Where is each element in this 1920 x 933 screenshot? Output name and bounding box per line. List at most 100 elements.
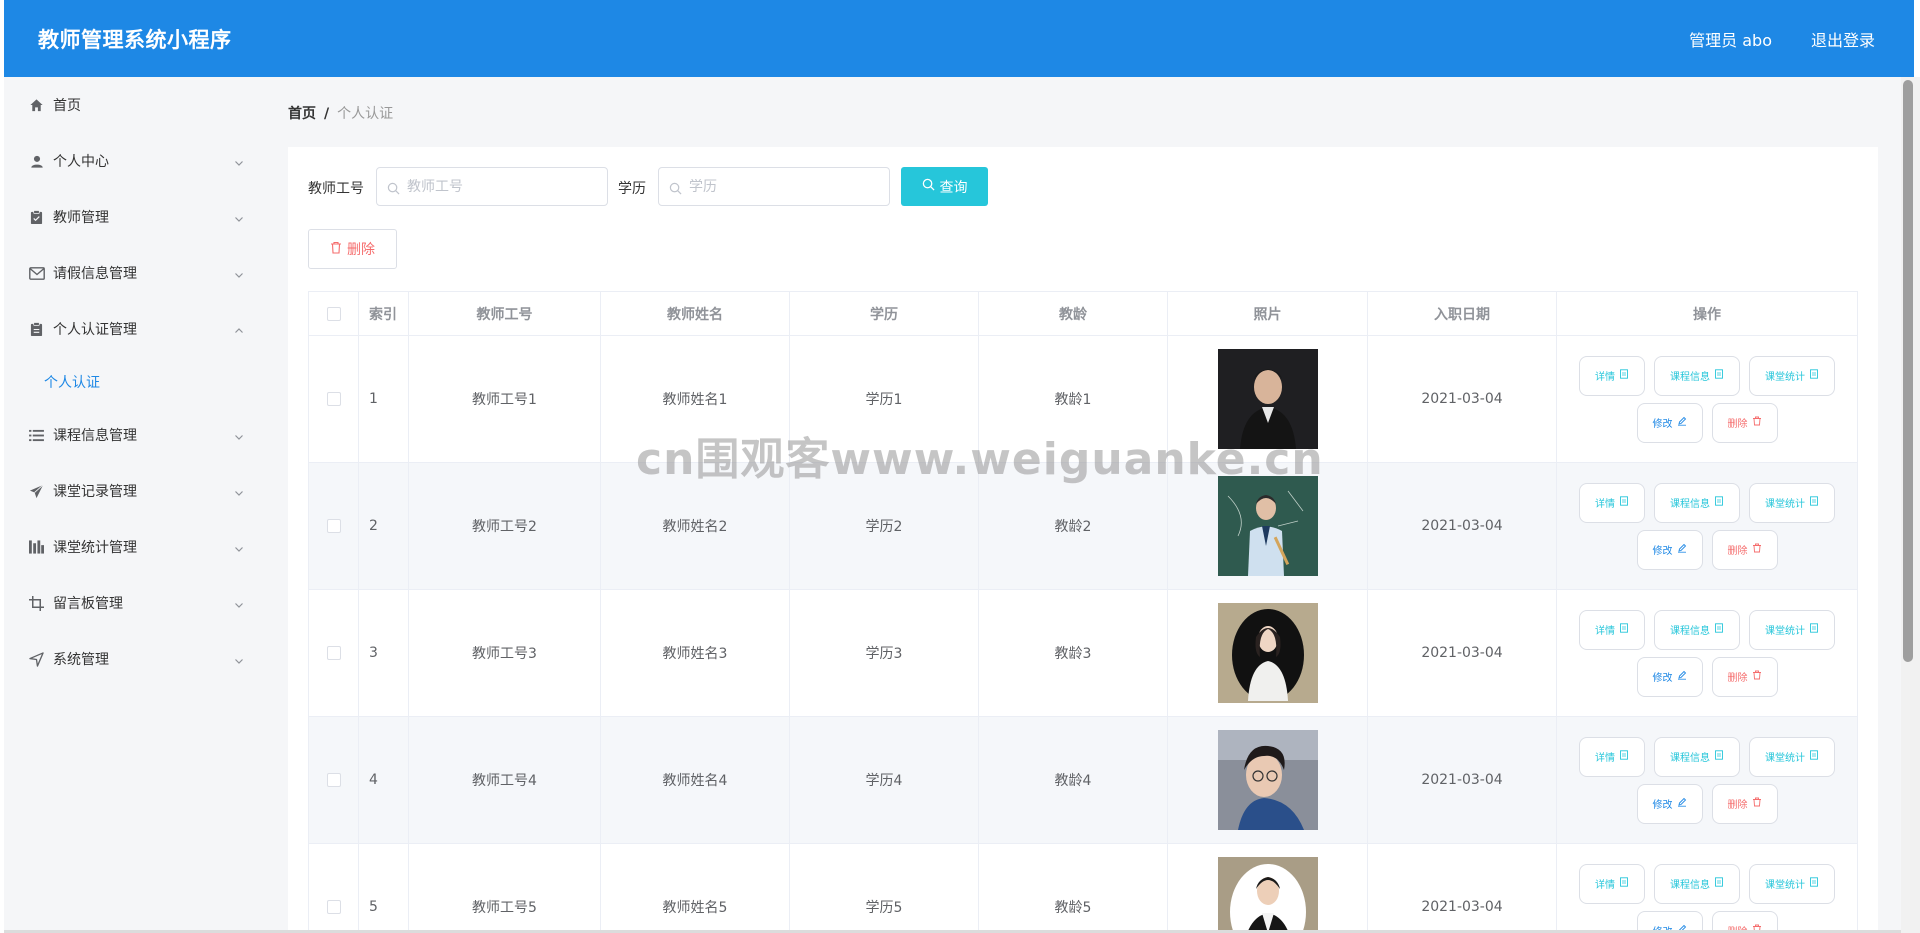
row-teaching-age: 教龄3: [979, 590, 1168, 716]
chevron-down-icon: [233, 652, 247, 666]
column-header-hire-date: 入职日期: [1368, 292, 1557, 335]
document-icon: [1619, 623, 1629, 636]
logout-link[interactable]: 退出登录: [1811, 27, 1875, 51]
edit-label: 修改: [1652, 673, 1673, 684]
delete-label: 删除: [1727, 419, 1748, 430]
row-hire-date: 2021-03-04: [1368, 844, 1557, 933]
class-stats-button[interactable]: 课堂统计: [1749, 736, 1835, 777]
row-teacher-no: 教师工号4: [409, 717, 601, 843]
breadcrumb: 首页 / 个人认证: [288, 103, 393, 123]
row-photo-cell: [1168, 463, 1368, 589]
detail-button[interactable]: 详情: [1579, 482, 1645, 523]
detail-button[interactable]: 详情: [1579, 736, 1645, 777]
class-stats-button[interactable]: 课堂统计: [1749, 863, 1835, 904]
bulk-delete-button[interactable]: 删除: [308, 229, 397, 269]
row-teacher-name: 教师姓名1: [601, 336, 790, 462]
row-checkbox[interactable]: [326, 900, 341, 914]
teacher-photo[interactable]: [1217, 476, 1318, 576]
education-input[interactable]: [689, 178, 859, 195]
sidebar: 首页 个人中心 教师管理 请假信息管理 个人认证管理 个人认证 课程信息管理 课…: [4, 77, 273, 933]
course-info-button[interactable]: 课程信息: [1654, 863, 1740, 904]
sidebar-item-leave-management[interactable]: 请假信息管理: [4, 253, 273, 293]
edit-button[interactable]: 修改: [1636, 402, 1703, 443]
course-info-button[interactable]: 课程信息: [1654, 609, 1740, 650]
sidebar-item-message-board-management[interactable]: 留言板管理: [4, 583, 273, 623]
row-checkbox-cell: [309, 717, 359, 843]
delete-button[interactable]: 删除: [1711, 529, 1778, 570]
document-icon: [1809, 877, 1819, 890]
document-icon: [1809, 623, 1819, 636]
delete-button[interactable]: 删除: [1711, 656, 1778, 697]
row-actions: 详情 课程信息 课堂统计 修改 删除: [1557, 844, 1858, 933]
sidebar-item-system-management[interactable]: 系统管理: [4, 639, 273, 679]
document-icon: [1619, 750, 1629, 763]
detail-button[interactable]: 详情: [1579, 609, 1645, 650]
select-all-checkbox[interactable]: [326, 306, 341, 321]
class-stats-button[interactable]: 课堂统计: [1749, 609, 1835, 650]
teacher-photo[interactable]: [1217, 857, 1318, 933]
trash-icon: [1752, 543, 1762, 556]
clipboard-icon: [28, 209, 45, 226]
vertical-scrollbar-thumb[interactable]: [1903, 80, 1913, 662]
row-hire-date: 2021-03-04: [1368, 717, 1557, 843]
delete-label: 删除: [1727, 673, 1748, 684]
course-info-button[interactable]: 课程信息: [1654, 355, 1740, 396]
document-icon: [1619, 877, 1629, 890]
row-checkbox-cell: [309, 336, 359, 462]
edit-button[interactable]: 修改: [1636, 783, 1703, 824]
query-button[interactable]: 查询: [901, 167, 988, 206]
row-index: 5: [359, 844, 409, 933]
chevron-down-icon: [233, 596, 247, 610]
course-info-button[interactable]: 课程信息: [1654, 736, 1740, 777]
course-info-label: 课程信息: [1670, 626, 1710, 637]
document-icon: [1714, 369, 1724, 382]
sidebar-item-label: 教师管理: [53, 210, 109, 226]
chevron-up-icon: [233, 322, 247, 336]
submenu-item-certification[interactable]: 个人认证: [4, 362, 273, 402]
detail-button[interactable]: 详情: [1579, 863, 1645, 904]
education-search-field[interactable]: [658, 167, 890, 206]
teacher-no-input[interactable]: [407, 178, 577, 195]
class-stats-button[interactable]: 课堂统计: [1749, 355, 1835, 396]
edit-button[interactable]: 修改: [1636, 529, 1703, 570]
edit-button[interactable]: 修改: [1636, 656, 1703, 697]
detail-button[interactable]: 详情: [1579, 355, 1645, 396]
course-info-button[interactable]: 课程信息: [1654, 482, 1740, 523]
row-checkbox[interactable]: [326, 646, 341, 660]
send-icon: [28, 483, 45, 500]
row-hire-date: 2021-03-04: [1368, 463, 1557, 589]
class-stats-button[interactable]: 课堂统计: [1749, 482, 1835, 523]
table-header-row: 索引 教师工号 教师姓名 学历 教龄 照片 入职日期 操作: [309, 292, 1858, 336]
row-teaching-age: 教龄1: [979, 336, 1168, 462]
row-teacher-name: 教师姓名3: [601, 590, 790, 716]
sidebar-item-class-record-management[interactable]: 课堂记录管理: [4, 471, 273, 511]
teacher-photo[interactable]: [1217, 349, 1318, 449]
sidebar-item-class-stats-management[interactable]: 课堂统计管理: [4, 527, 273, 567]
delete-button[interactable]: 删除: [1711, 783, 1778, 824]
sidebar-item-home[interactable]: 首页: [4, 85, 273, 125]
search-icon: [669, 180, 683, 194]
sidebar-item-teacher-management[interactable]: 教师管理: [4, 197, 273, 237]
current-user-label: 管理员 abo: [1689, 31, 1772, 50]
course-info-label: 课程信息: [1670, 372, 1710, 383]
row-actions: 详情 课程信息 课堂统计 修改 删除: [1557, 590, 1858, 716]
row-teaching-age: 教龄5: [979, 844, 1168, 933]
breadcrumb-home[interactable]: 首页: [288, 106, 316, 122]
teacher-photo[interactable]: [1217, 603, 1318, 703]
document-icon: [1809, 496, 1819, 509]
row-index: 3: [359, 590, 409, 716]
sidebar-item-label: 请假信息管理: [53, 266, 137, 282]
teacher-no-search-field[interactable]: [376, 167, 608, 206]
row-checkbox[interactable]: [326, 392, 341, 406]
teacher-photo[interactable]: [1217, 730, 1318, 830]
delete-button[interactable]: 删除: [1711, 402, 1778, 443]
sidebar-item-course-management[interactable]: 课程信息管理: [4, 415, 273, 455]
bulk-delete-label: 删除: [347, 242, 375, 258]
sidebar-item-personal-center[interactable]: 个人中心: [4, 141, 273, 181]
sidebar-item-certification-management[interactable]: 个人认证管理: [4, 309, 273, 349]
row-checkbox[interactable]: [326, 519, 341, 533]
row-checkbox[interactable]: [326, 773, 341, 787]
chevron-down-icon: [233, 266, 247, 280]
chevron-down-icon: [233, 210, 247, 224]
edit-icon: [1677, 543, 1687, 556]
